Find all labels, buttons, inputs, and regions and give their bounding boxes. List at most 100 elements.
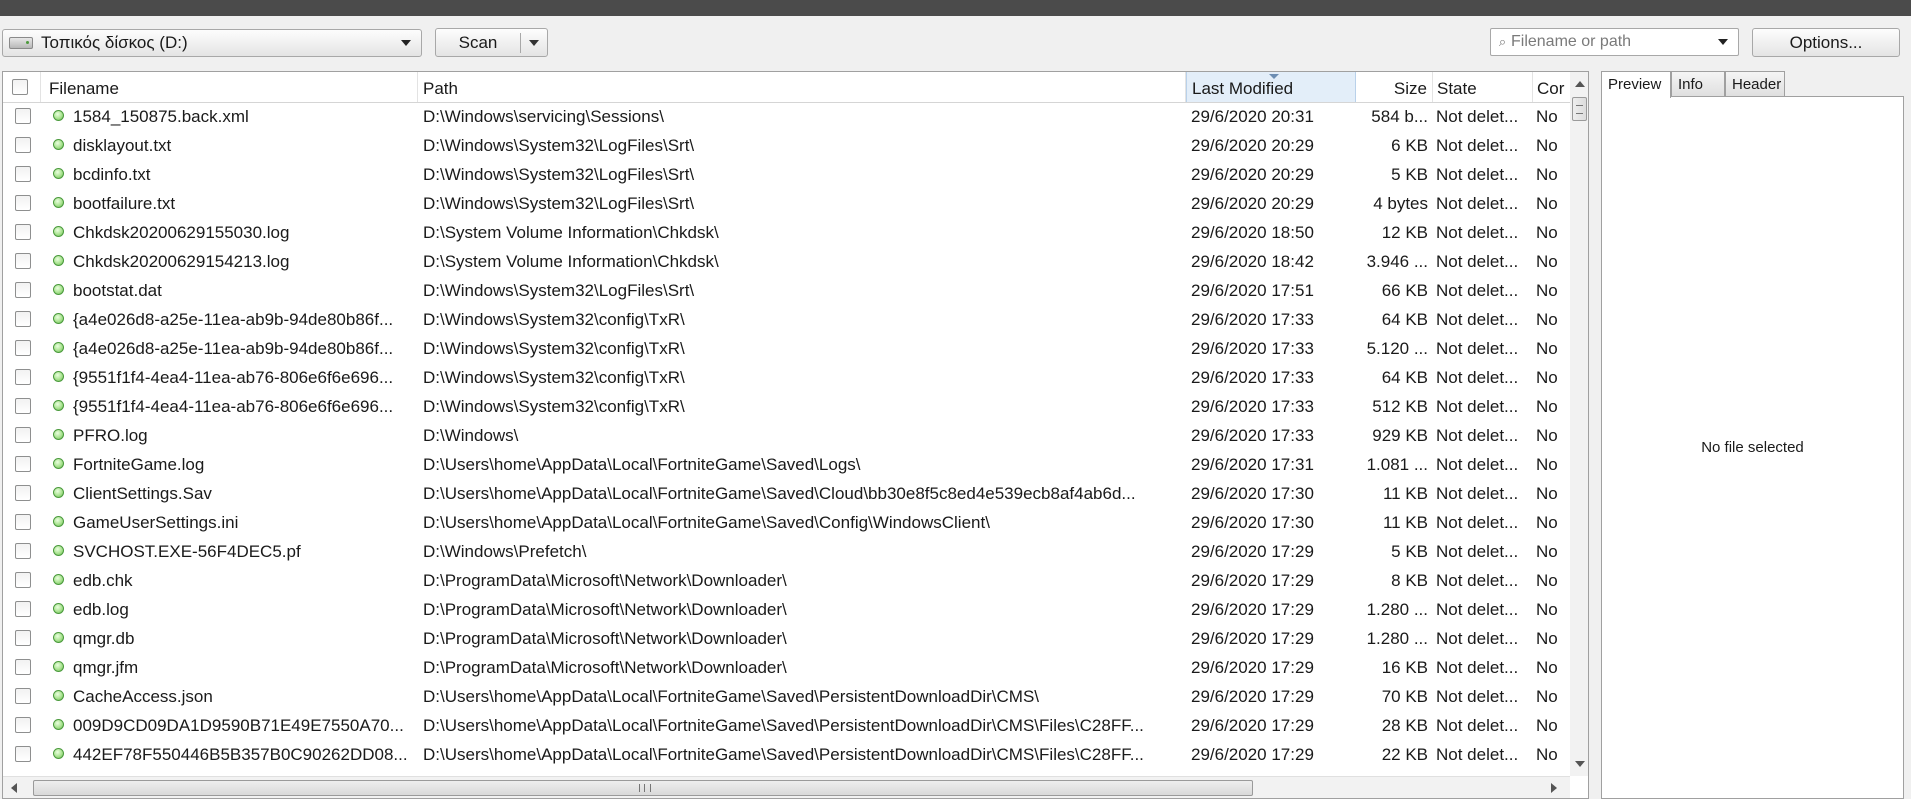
row-checkbox[interactable]	[15, 224, 31, 240]
scroll-left-arrow-icon[interactable]	[11, 783, 17, 793]
drive-select[interactable]: Τοπικός δίσκος (D:)	[2, 29, 422, 57]
table-row[interactable]: {9551f1f4-4ea4-11ea-ab76-806e6f6e696... D…	[3, 363, 1573, 392]
table-row[interactable]: 442EF78F550446B5B357B0C90262DD08... D:\Us…	[3, 740, 1573, 769]
cell-path: D:\Users\home\AppData\Local\FortniteGame…	[423, 687, 1040, 706]
table-row[interactable]: PFRO.log D:\Windows\ 29/6/2020 17:33 929 KB…	[3, 421, 1573, 450]
row-checkbox[interactable]	[15, 514, 31, 530]
cell-comment: No	[1536, 629, 1558, 648]
row-checkbox[interactable]	[15, 601, 31, 617]
recoverable-status-icon	[53, 487, 64, 498]
cell-filename: 1584_150875.back.xml	[73, 107, 249, 126]
cell-path: D:\ProgramData\Microsoft\Network\Downloa…	[423, 571, 787, 590]
cell-size: 512 KB	[1372, 397, 1428, 416]
tab-info[interactable]: Info	[1671, 71, 1725, 97]
row-checkbox[interactable]	[15, 427, 31, 443]
table-row[interactable]: disklayout.txt D:\Windows\System32\LogFil…	[3, 131, 1573, 160]
table-row[interactable]: Chkdsk20200629154213.log D:\System Volume…	[3, 247, 1573, 276]
search-history-dropdown[interactable]	[1718, 39, 1728, 45]
row-checkbox[interactable]	[15, 659, 31, 675]
column-header-size[interactable]: Size	[1356, 72, 1433, 102]
cell-comment: No	[1536, 165, 1558, 184]
cell-last-modified: 29/6/2020 17:33	[1191, 310, 1314, 329]
row-checkbox[interactable]	[15, 456, 31, 472]
table-row[interactable]: ClientSettings.Sav D:\Users\home\AppData\…	[3, 479, 1573, 508]
column-header-last-modified[interactable]: Last Modified	[1186, 72, 1356, 102]
cell-comment: No	[1536, 368, 1558, 387]
cell-path: D:\Users\home\AppData\Local\FortniteGame…	[423, 455, 861, 474]
row-checkbox[interactable]	[15, 398, 31, 414]
tab-header[interactable]: Header	[1725, 71, 1785, 97]
row-checkbox[interactable]	[15, 311, 31, 327]
row-checkbox[interactable]	[15, 630, 31, 646]
table-row[interactable]: {a4e026d8-a25e-11ea-ab9b-94de80b86f... D:…	[3, 334, 1573, 363]
recoverable-status-icon	[53, 139, 64, 150]
recoverable-status-icon	[53, 458, 64, 469]
row-checkbox[interactable]	[15, 543, 31, 559]
row-checkbox[interactable]	[15, 195, 31, 211]
table-row[interactable]: {9551f1f4-4ea4-11ea-ab76-806e6f6e696... D…	[3, 392, 1573, 421]
row-checkbox[interactable]	[15, 108, 31, 124]
chevron-down-icon	[529, 39, 539, 46]
row-checkbox[interactable]	[15, 485, 31, 501]
table-row[interactable]: 009D9CD09DA1D9590B71E49E7550A70... D:\Use…	[3, 711, 1573, 740]
cell-state: Not delet...	[1436, 426, 1519, 445]
row-checkbox[interactable]	[15, 137, 31, 153]
options-button[interactable]: Options...	[1752, 28, 1900, 57]
table-row[interactable]: qmgr.db D:\ProgramData\Microsoft\Network\…	[3, 624, 1573, 653]
select-all-checkbox[interactable]	[12, 79, 28, 95]
table-row[interactable]: bcdinfo.txt D:\Windows\System32\LogFiles\…	[3, 160, 1573, 189]
table-row[interactable]: {a4e026d8-a25e-11ea-ab9b-94de80b86f... D:…	[3, 305, 1573, 334]
hard-drive-icon	[9, 37, 33, 49]
cell-state: Not delet...	[1436, 513, 1519, 532]
table-row[interactable]: bootfailure.txt D:\Windows\System32\LogFi…	[3, 189, 1573, 218]
row-checkbox[interactable]	[15, 166, 31, 182]
table-row[interactable]: FortniteGame.log D:\Users\home\AppData\Lo…	[3, 450, 1573, 479]
scroll-down-arrow-icon[interactable]	[1575, 761, 1585, 767]
table-row[interactable]: Chkdsk20200629155030.log D:\System Volume…	[3, 218, 1573, 247]
table-row[interactable]: GameUserSettings.ini D:\Users\home\AppDat…	[3, 508, 1573, 537]
cell-filename: {9551f1f4-4ea4-11ea-ab76-806e6f6e696...	[73, 368, 394, 387]
row-checkbox[interactable]	[15, 746, 31, 762]
column-header-row: Filename Path Last Modified Size State C…	[3, 72, 1573, 103]
scan-options-dropdown[interactable]	[521, 39, 547, 46]
table-row[interactable]: edb.log D:\ProgramData\Microsoft\Network\…	[3, 595, 1573, 624]
column-header-state[interactable]: State	[1433, 72, 1533, 102]
scan-button[interactable]: Scan	[436, 33, 520, 53]
table-row[interactable]: bootstat.dat D:\Windows\System32\LogFiles…	[3, 276, 1573, 305]
row-checkbox[interactable]	[15, 572, 31, 588]
cell-filename: qmgr.jfm	[73, 658, 139, 677]
row-checkbox[interactable]	[15, 282, 31, 298]
cell-last-modified: 29/6/2020 17:29	[1191, 571, 1314, 590]
table-row[interactable]: SVCHOST.EXE-56F4DEC5.pf D:\Windows\Prefet…	[3, 537, 1573, 566]
table-row[interactable]: CacheAccess.json D:\Users\home\AppData\Lo…	[3, 682, 1573, 711]
vertical-scroll-thumb[interactable]	[1572, 97, 1587, 121]
cell-path: D:\Windows\System32\LogFiles\Srt\	[423, 281, 695, 300]
cell-last-modified: 29/6/2020 17:33	[1191, 397, 1314, 416]
recoverable-status-icon	[53, 719, 64, 730]
table-row[interactable]: qmgr.jfm D:\ProgramData\Microsoft\Network…	[3, 653, 1573, 682]
scroll-up-arrow-icon[interactable]	[1575, 81, 1585, 87]
table-row[interactable]: 1584_150875.back.xml D:\Windows\servicing…	[3, 102, 1573, 131]
row-checkbox[interactable]	[15, 688, 31, 704]
row-checkbox[interactable]	[15, 340, 31, 356]
tab-preview[interactable]: Preview	[1601, 71, 1671, 98]
row-checkbox[interactable]	[15, 717, 31, 733]
cell-path: D:\Windows\System32\config\TxR\	[423, 397, 685, 416]
table-row[interactable]: edb.chk D:\ProgramData\Microsoft\Network\…	[3, 566, 1573, 595]
column-header-comment[interactable]: Cor	[1533, 72, 1570, 102]
cell-size: 22 KB	[1381, 745, 1428, 764]
preview-panel: No file selected	[1601, 96, 1904, 799]
vertical-scrollbar[interactable]	[1570, 72, 1588, 776]
search-input[interactable]	[1511, 33, 1718, 51]
horizontal-scroll-thumb[interactable]	[33, 780, 1253, 796]
column-header-filename[interactable]: Filename	[41, 72, 418, 102]
horizontal-scrollbar[interactable]	[3, 776, 1570, 798]
row-checkbox[interactable]	[15, 369, 31, 385]
row-checkbox[interactable]	[15, 253, 31, 269]
column-header-path[interactable]: Path	[418, 72, 1186, 102]
scroll-right-arrow-icon[interactable]	[1551, 783, 1557, 793]
cell-size: 1.280 ...	[1366, 600, 1428, 619]
cell-path: D:\ProgramData\Microsoft\Network\Downloa…	[423, 629, 787, 648]
cell-size: 8 KB	[1391, 571, 1428, 590]
cell-last-modified: 29/6/2020 17:51	[1191, 281, 1314, 300]
